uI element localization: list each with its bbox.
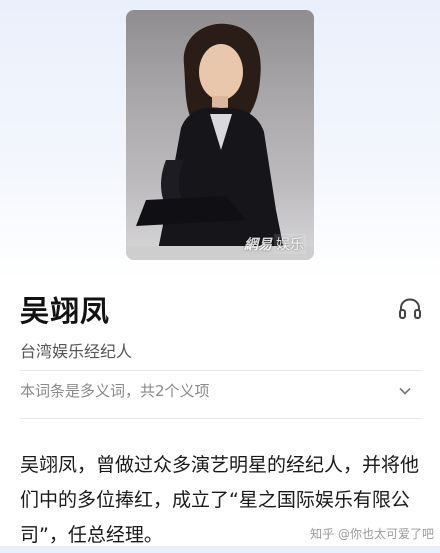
source-watermark: 知乎 @你也太可爱了吧 bbox=[310, 525, 434, 542]
divider-bottom bbox=[20, 418, 422, 419]
entry-title: 吴翊凤 bbox=[20, 294, 111, 328]
headphones-icon[interactable] bbox=[397, 296, 423, 322]
entry-subtitle: 台湾娱乐经纪人 bbox=[20, 342, 133, 361]
portrait-illustration bbox=[126, 23, 314, 260]
entry-photo[interactable]: 網易 娱乐 bbox=[126, 10, 314, 260]
disambiguation-text: 本词条是多义词，共2个义项 bbox=[20, 382, 210, 400]
watermark-mark: 網易 bbox=[244, 237, 272, 253]
watermark-handle: @你也太可爱了吧 bbox=[337, 527, 434, 541]
chevron-down-icon bbox=[399, 387, 411, 395]
watermark-platform: 知乎 bbox=[310, 527, 335, 541]
photo-watermark: 網易 娱乐 bbox=[244, 234, 306, 254]
divider-top bbox=[20, 370, 422, 371]
watermark-sub: 娱乐 bbox=[274, 234, 306, 254]
disambiguation-toggle[interactable]: 本词条是多义词，共2个义项 bbox=[20, 372, 422, 412]
